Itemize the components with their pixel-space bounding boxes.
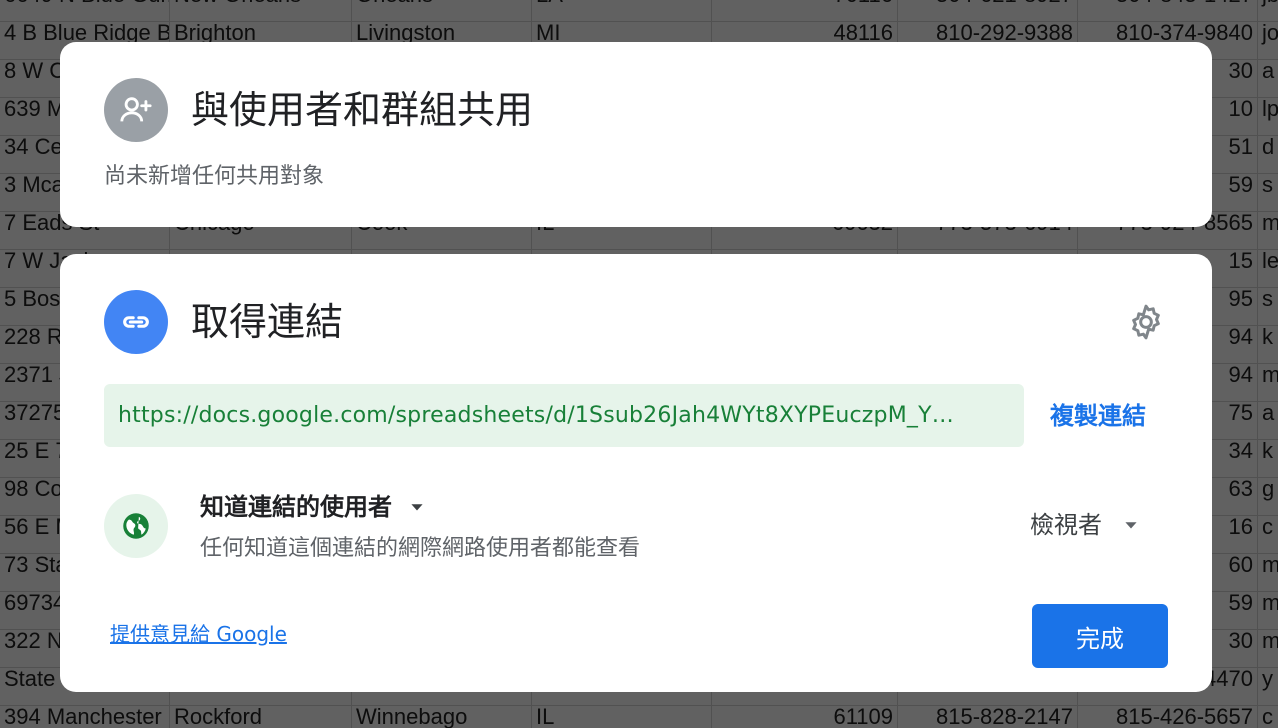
role-dropdown[interactable]: 檢視者 bbox=[1030, 508, 1138, 542]
general-access-dropdown[interactable]: 知道連結的使用者 bbox=[200, 490, 424, 524]
gear-icon[interactable] bbox=[1126, 302, 1166, 342]
send-feedback-link[interactable]: 提供意見給 Google bbox=[110, 620, 287, 648]
copy-link-button[interactable]: 複製連結 bbox=[1050, 400, 1146, 432]
link-card-title: 取得連結 bbox=[191, 300, 344, 344]
share-url-text[interactable]: https://docs.google.com/spreadsheets/d/1… bbox=[118, 403, 1010, 428]
person-add-icon bbox=[104, 78, 168, 142]
role-label: 檢視者 bbox=[1030, 511, 1102, 539]
share-url-field[interactable]: https://docs.google.com/spreadsheets/d/1… bbox=[104, 384, 1024, 447]
general-access-label: 知道連結的使用者 bbox=[200, 493, 392, 521]
caret-down-icon bbox=[411, 504, 423, 511]
share-card-title: 與使用者和群組共用 bbox=[191, 88, 534, 132]
done-button[interactable]: 完成 bbox=[1032, 604, 1168, 668]
share-card-subtitle: 尚未新增任何共用對象 bbox=[104, 164, 325, 189]
link-icon bbox=[104, 290, 168, 354]
general-access-description: 任何知道這個連結的網際網路使用者都能查看 bbox=[200, 536, 641, 561]
share-with-people-card: 與使用者和群組共用 尚未新增任何共用對象 bbox=[60, 42, 1212, 227]
globe-icon bbox=[104, 494, 168, 558]
caret-down-icon bbox=[1125, 522, 1137, 529]
get-link-card: 取得連結 https://docs.google.com/spreadsheet… bbox=[60, 254, 1212, 692]
